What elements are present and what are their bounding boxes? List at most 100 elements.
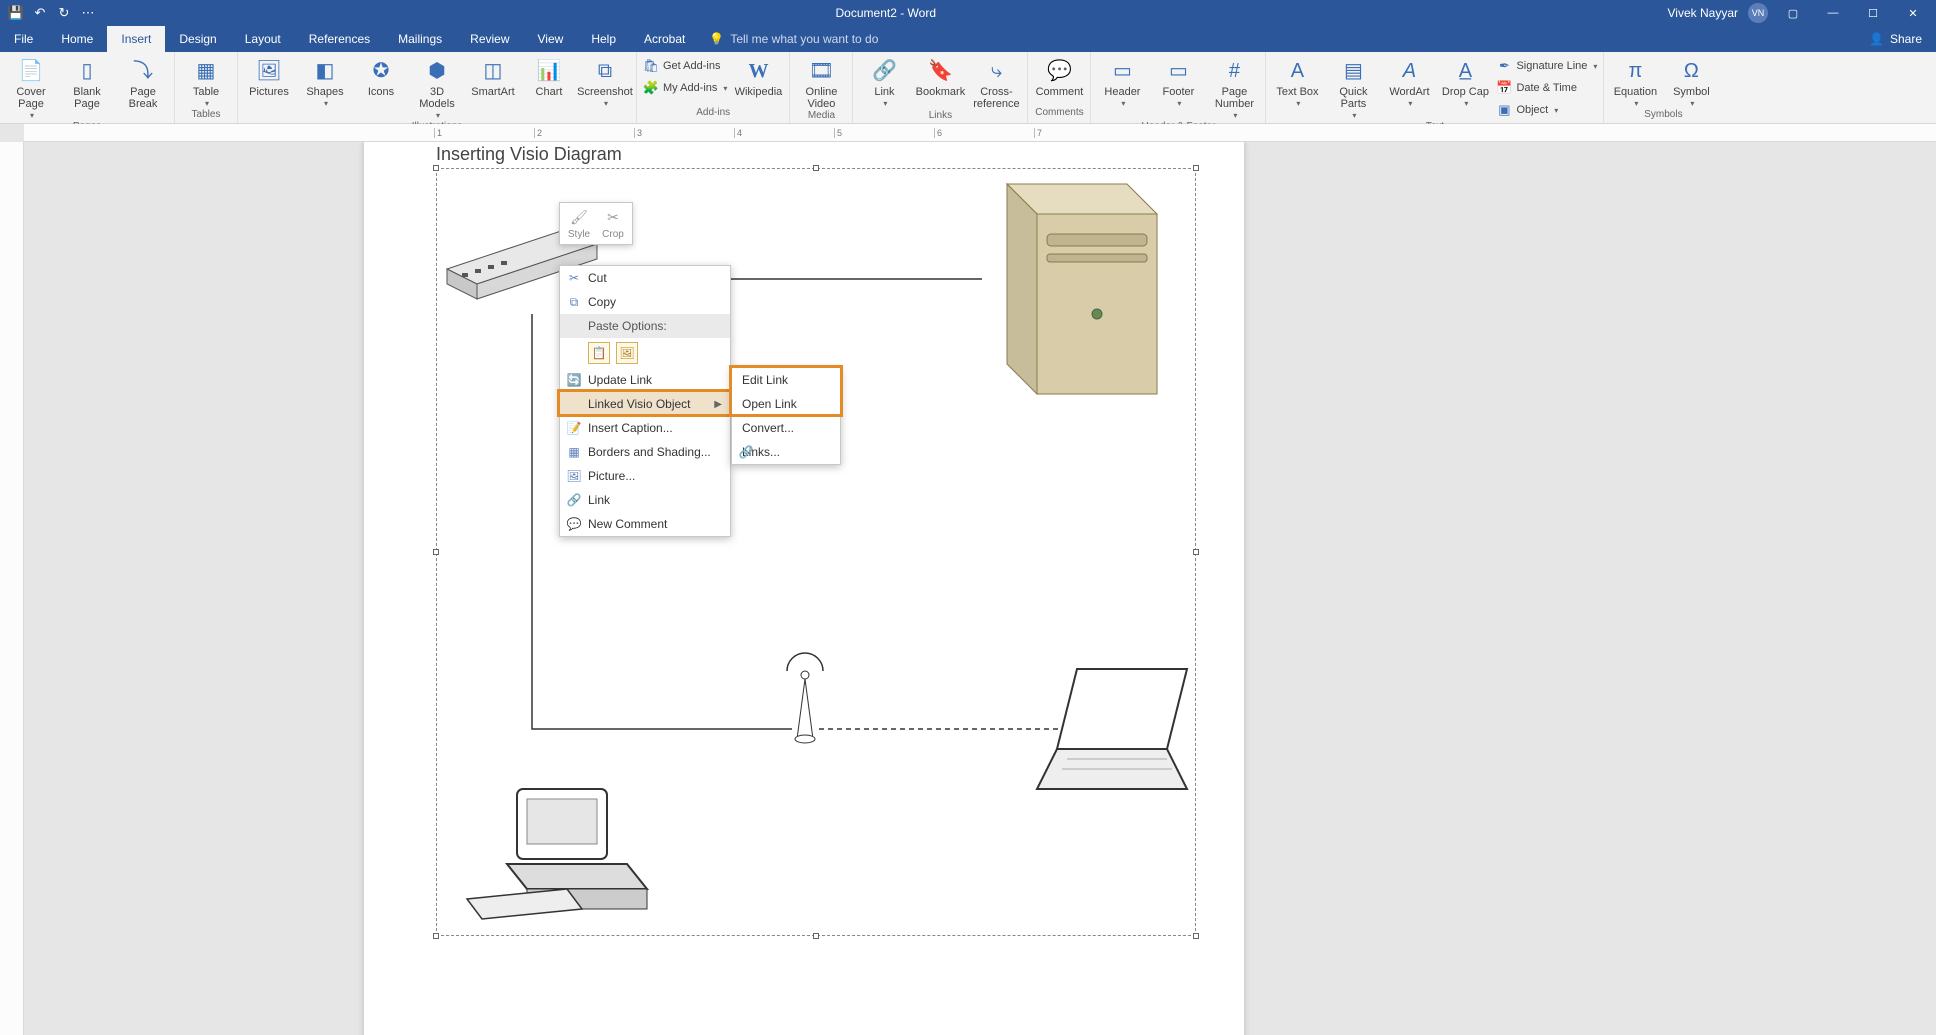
tab-design[interactable]: Design [165, 26, 230, 52]
tab-view[interactable]: View [524, 26, 578, 52]
paste-keep-source-icon[interactable]: 📋 [588, 342, 610, 364]
table-button[interactable]: ▦Table [181, 56, 231, 109]
tab-home[interactable]: Home [47, 26, 107, 52]
undo-icon[interactable]: ↶ [32, 5, 48, 21]
document-canvas[interactable]: Inserting Visio Diagram [24, 142, 1936, 1035]
mini-crop-button[interactable]: ✂Crop [598, 207, 628, 240]
tab-file[interactable]: File [0, 26, 47, 52]
group-addins: 🛍Get Add-ins 🧩My Add-ins WWikipedia Add-… [637, 52, 790, 123]
ctx-paste-options: 📋 🖼 [560, 338, 730, 368]
header-button[interactable]: ▭Header [1097, 56, 1147, 109]
share-label: Share [1890, 32, 1922, 46]
3d-models-button[interactable]: ⬢3D Models [412, 56, 462, 121]
group-tables-label: Tables [181, 109, 231, 121]
tell-me-search[interactable]: 💡 Tell me what you want to do [699, 26, 878, 52]
horizontal-ruler[interactable]: 123 4567 [24, 124, 1936, 142]
tab-acrobat[interactable]: Acrobat [630, 26, 699, 52]
tab-layout[interactable]: Layout [231, 26, 295, 52]
bookmark-icon: 🔖 [927, 58, 953, 84]
ribbon-display-icon[interactable]: ▢ [1778, 3, 1808, 23]
footer-button[interactable]: ▭Footer [1153, 56, 1203, 109]
ctx-linked-visio-object[interactable]: Linked Visio Object▶ [560, 392, 730, 416]
comment-button[interactable]: 💬Comment [1034, 56, 1084, 98]
group-addins-label: Add-ins [643, 107, 783, 121]
ctx-link[interactable]: 🔗Link [560, 488, 730, 512]
sub-links[interactable]: 🔗Links... [732, 440, 840, 464]
ctx-picture[interactable]: 🖼Picture... [560, 464, 730, 488]
page-number-icon: # [1221, 58, 1247, 84]
online-video-button[interactable]: 🎞Online Video [796, 56, 846, 110]
redo-icon[interactable]: ↻ [56, 5, 72, 21]
screenshot-icon: ⧉ [592, 58, 618, 84]
bookmark-button[interactable]: 🔖Bookmark [915, 56, 965, 98]
link-button[interactable]: 🔗Link [859, 56, 909, 109]
share-button[interactable]: 👤 Share [1869, 26, 1936, 52]
cover-page-button[interactable]: 📄Cover Page [6, 56, 56, 121]
icons-button[interactable]: ✪Icons [356, 56, 406, 98]
symbol-button[interactable]: ΩSymbol [1666, 56, 1716, 109]
equation-button[interactable]: πEquation [1610, 56, 1660, 109]
my-addins-button[interactable]: 🧩My Add-ins [643, 78, 727, 98]
textbox-button[interactable]: AText Box [1272, 56, 1322, 109]
sub-open-link[interactable]: Open Link [732, 392, 840, 416]
tab-help[interactable]: Help [577, 26, 630, 52]
signature-line-button[interactable]: ✒Signature Line [1496, 56, 1597, 76]
vertical-ruler[interactable] [0, 142, 24, 1035]
page-number-button[interactable]: #Page Number [1209, 56, 1259, 121]
title-bar: 💾 ↶ ↻ ⋯ Document2 - Word Vivek Nayyar VN… [0, 0, 1936, 26]
ribbon-insert: 📄Cover Page ▯Blank Page ⤵Page Break Page… [0, 52, 1936, 124]
header-icon: ▭ [1109, 58, 1135, 84]
ctx-insert-caption[interactable]: 📝Insert Caption... [560, 416, 730, 440]
close-icon[interactable]: ✕ [1898, 3, 1928, 23]
group-pages: 📄Cover Page ▯Blank Page ⤵Page Break Page… [0, 52, 175, 123]
user-avatar[interactable]: VN [1748, 3, 1768, 23]
visio-linked-object[interactable] [436, 168, 1196, 936]
wikipedia-button[interactable]: WWikipedia [733, 56, 783, 98]
ctx-cut[interactable]: ✂Cut [560, 266, 730, 290]
tab-review[interactable]: Review [456, 26, 523, 52]
sub-edit-link[interactable]: Edit Link [732, 368, 840, 392]
blank-page-button[interactable]: ▯Blank Page [62, 56, 112, 110]
update-link-icon: 🔄 [566, 372, 582, 388]
blank-page-icon: ▯ [74, 58, 100, 84]
user-name[interactable]: Vivek Nayyar [1668, 6, 1738, 20]
cross-reference-button[interactable]: ⤷Cross-reference [971, 56, 1021, 110]
style-icon: 🖌 [569, 207, 589, 227]
page-break-button[interactable]: ⤵Page Break [118, 56, 168, 110]
date-time-button[interactable]: 📅Date & Time [1496, 78, 1597, 98]
ctx-update-link[interactable]: 🔄Update Link [560, 368, 730, 392]
chart-button[interactable]: 📊Chart [524, 56, 574, 98]
smartart-button[interactable]: ◫SmartArt [468, 56, 518, 98]
mini-style-button[interactable]: 🖌Style [564, 207, 594, 240]
tab-insert[interactable]: Insert [107, 26, 165, 52]
pictures-icon: 🖼 [256, 58, 282, 84]
save-icon[interactable]: 💾 [8, 5, 24, 21]
signature-icon: ✒ [1496, 58, 1512, 74]
get-addins-button[interactable]: 🛍Get Add-ins [643, 56, 727, 76]
page-break-icon: ⤵ [130, 58, 156, 84]
ctx-borders-shading[interactable]: ▦Borders and Shading... [560, 440, 730, 464]
ctx-copy[interactable]: ⧉Copy [560, 290, 730, 314]
object-button[interactable]: ▣Object [1496, 100, 1597, 120]
dropcap-button[interactable]: A̲Drop Cap [1440, 56, 1490, 109]
dropcap-icon: A̲ [1452, 58, 1478, 84]
customize-qat-icon[interactable]: ⋯ [80, 5, 96, 21]
sub-convert[interactable]: Convert... [732, 416, 840, 440]
tab-references[interactable]: References [295, 26, 384, 52]
wordart-button[interactable]: AWordArt [1384, 56, 1434, 109]
tab-mailings[interactable]: Mailings [384, 26, 456, 52]
paste-picture-icon[interactable]: 🖼 [616, 342, 638, 364]
visio-diagram [437, 169, 1197, 937]
quick-parts-button[interactable]: ▤Quick Parts [1328, 56, 1378, 121]
quick-access-toolbar: 💾 ↶ ↻ ⋯ [0, 5, 104, 21]
shapes-button[interactable]: ◧Shapes [300, 56, 350, 109]
minimize-icon[interactable]: — [1818, 3, 1848, 23]
maximize-icon[interactable]: ☐ [1858, 3, 1888, 23]
ctx-new-comment[interactable]: 💬New Comment [560, 512, 730, 536]
crop-icon: ✂ [603, 207, 623, 227]
screenshot-button[interactable]: ⧉Screenshot [580, 56, 630, 109]
addins-icon: 🧩 [643, 80, 659, 96]
pictures-button[interactable]: 🖼Pictures [244, 56, 294, 98]
lightbulb-icon: 💡 [709, 32, 724, 46]
group-symbols: πEquation ΩSymbol Symbols [1604, 52, 1722, 123]
